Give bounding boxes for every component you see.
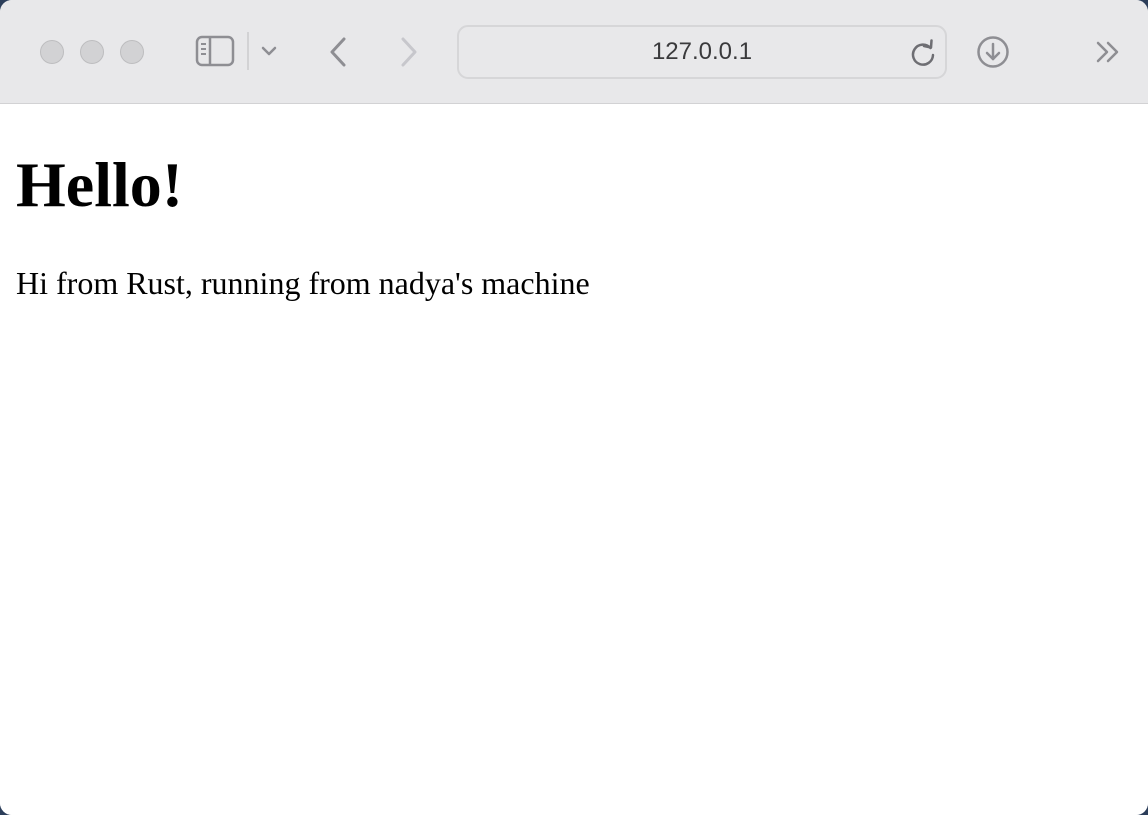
chevron-left-icon [330, 37, 346, 67]
downloads-button[interactable] [975, 34, 1011, 70]
minimize-window-button[interactable] [80, 40, 104, 64]
sidebar-menu-button[interactable] [258, 40, 280, 62]
chevron-down-icon [261, 46, 277, 56]
page-paragraph: Hi from Rust, running from nadya's machi… [16, 265, 590, 301]
chevron-right-icon [401, 37, 417, 67]
browser-window: 127.0.0.1 Hello! Hi from Rust, running f… [0, 0, 1148, 815]
sidebar-toggle-button[interactable] [195, 33, 235, 69]
toolbar-divider [247, 32, 249, 70]
address-bar[interactable]: 127.0.0.1 [457, 25, 947, 79]
address-text: 127.0.0.1 [651, 38, 753, 65]
double-chevron-right-icon [1096, 41, 1119, 63]
back-button[interactable] [322, 33, 354, 71]
browser-toolbar: 127.0.0.1 [0, 0, 1148, 104]
zoom-window-button[interactable] [120, 40, 144, 64]
reload-button[interactable] [907, 37, 939, 69]
sidebar-icon [195, 35, 235, 67]
page-content: Hello! Hi from Rust, running from nadya'… [0, 105, 1148, 815]
forward-button[interactable] [393, 33, 425, 71]
close-window-button[interactable] [40, 40, 64, 64]
download-icon [977, 36, 1009, 68]
page-heading: Hello! [16, 149, 184, 220]
reload-icon [911, 39, 935, 66]
more-toolbar-items-button[interactable] [1092, 36, 1124, 68]
